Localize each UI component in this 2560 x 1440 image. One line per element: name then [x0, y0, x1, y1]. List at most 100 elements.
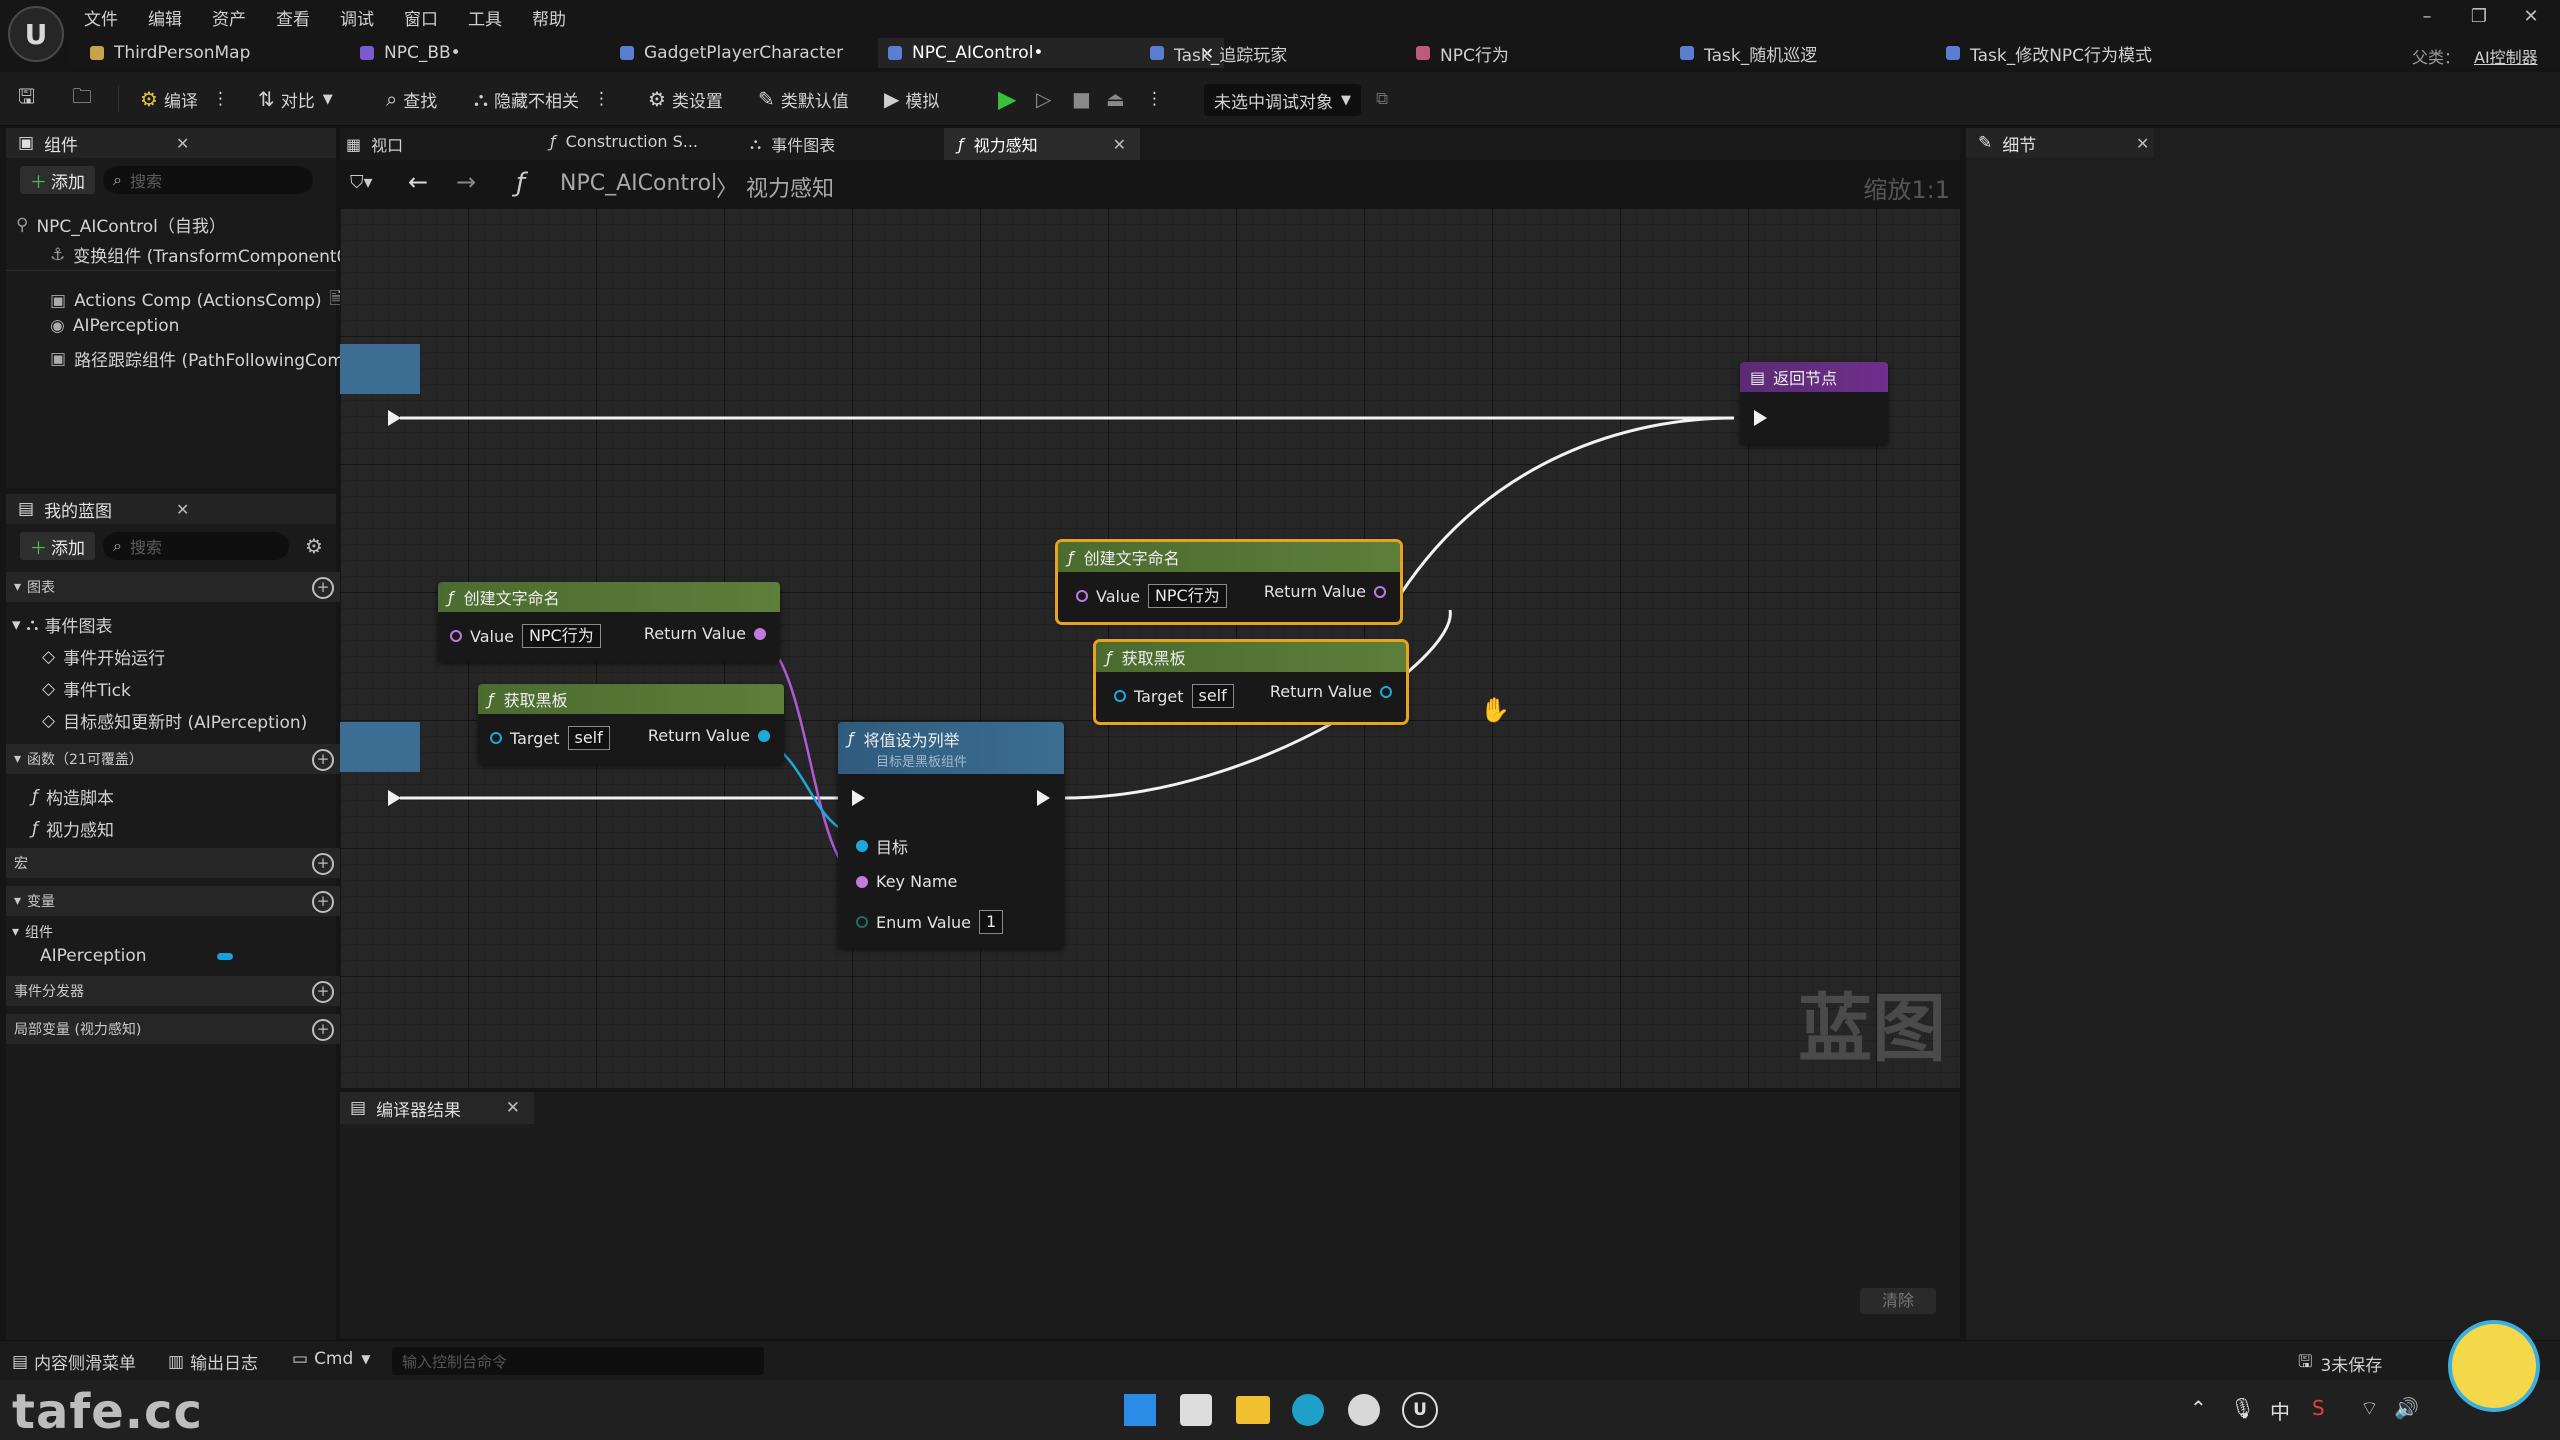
- debug-target-select[interactable]: 未选中调试对象 ▼: [1204, 84, 1361, 116]
- menu-file[interactable]: 文件: [84, 5, 118, 30]
- tab-sight-perception[interactable]: ƒ 视力感知 ✕: [944, 128, 1140, 160]
- breadcrumb-leaf[interactable]: 视力感知: [746, 171, 834, 203]
- edge-browser-icon[interactable]: [1292, 1394, 1324, 1426]
- section-functions[interactable]: ▾ 函数（21可覆盖） +: [6, 744, 344, 774]
- section-event-dispatchers[interactable]: 事件分发器 +: [6, 976, 344, 1006]
- node-make-literal-name-2[interactable]: ƒ 创建文字命名 Value NPC行为 Return Value: [1055, 539, 1403, 625]
- my-blueprint-tab[interactable]: ▤ 我的蓝图 ✕: [6, 494, 336, 524]
- event-begin-play[interactable]: ◇ 事件开始运行: [42, 644, 165, 670]
- stop-icon[interactable]: ■: [1072, 84, 1091, 114]
- find-button[interactable]: ⌕ 查找: [386, 84, 437, 114]
- details-tab[interactable]: ✎ 细节 ✕: [1966, 128, 2154, 158]
- save-button[interactable]: 🖫: [18, 84, 41, 114]
- cmd-select[interactable]: ▭ Cmd ▼: [292, 1349, 371, 1369]
- browse-button[interactable]: 🗀: [72, 84, 98, 114]
- windows-start-icon[interactable]: [1124, 1394, 1156, 1426]
- restore-icon[interactable]: ❐: [2462, 6, 2496, 27]
- tab-npc-bb[interactable]: NPC_BB•: [350, 38, 471, 68]
- forward-arrow-icon[interactable]: →: [456, 168, 476, 196]
- tab-viewport[interactable]: ▦ 视口: [346, 132, 403, 156]
- unreal-engine-taskbar-icon[interactable]: U: [1402, 1392, 1438, 1428]
- eject-icon[interactable]: ⏏: [1106, 84, 1125, 114]
- breadcrumb-root[interactable]: NPC_AIControl: [560, 171, 717, 196]
- variable-aiperception[interactable]: AIPerception: [40, 946, 233, 966]
- partial-entry-node[interactable]: [340, 344, 420, 394]
- return-value-pin[interactable]: Return Value: [644, 624, 766, 643]
- exec-pin-icon[interactable]: [388, 410, 401, 426]
- add-variable-icon[interactable]: +: [312, 891, 334, 913]
- more-options-icon[interactable]: ⋮: [1146, 84, 1163, 114]
- minimize-icon[interactable]: –: [2410, 6, 2444, 27]
- tab-task-random-patrol[interactable]: Task_随机巡逻: [1670, 38, 1827, 68]
- exec-in-pin-icon[interactable]: [852, 790, 865, 806]
- node-get-blackboard-1[interactable]: ƒ 获取黑板 Target self Return Value: [478, 684, 784, 764]
- enum-value-pin[interactable]: Enum Value 1: [856, 910, 1004, 934]
- tab-gadgetplayercharacter[interactable]: GadgetPlayerCharacter: [610, 38, 853, 68]
- menu-asset[interactable]: 资产: [212, 5, 246, 30]
- hide-unrelated-button[interactable]: ⛬ 隐藏不相关 ⋮: [474, 84, 610, 114]
- partial-branch-node[interactable]: [340, 722, 420, 772]
- value-input[interactable]: NPC行为: [521, 624, 601, 648]
- tab-thirdpersonmap[interactable]: ThirdPersonMap: [80, 38, 260, 68]
- compiler-results-tab[interactable]: ▤ 编译器结果 ✕: [340, 1092, 534, 1124]
- exec-pin-icon[interactable]: [388, 790, 401, 806]
- my-blueprint-search-input[interactable]: ⌕ 搜索: [103, 532, 289, 560]
- component-root[interactable]: ⚲ NPC_AIControl（自我）: [16, 212, 226, 238]
- chrome-browser-icon[interactable]: [1348, 1394, 1380, 1426]
- add-dispatcher-icon[interactable]: +: [312, 981, 334, 1003]
- node-set-value-as-enum[interactable]: ƒ 将值设为列举 目标是黑板组件 目标 Key Name Enum Value 1: [838, 722, 1064, 948]
- return-value-pin[interactable]: Return Value: [1270, 682, 1392, 701]
- compile-button[interactable]: ⚙ 编译 ⋮: [140, 84, 229, 114]
- output-log-button[interactable]: ▥ 输出日志: [168, 1349, 258, 1375]
- close-icon[interactable]: ✕: [2136, 134, 2149, 153]
- component-path-following[interactable]: ▣ 路径跟踪组件 (PathFollowingComp): [50, 346, 361, 372]
- section-variables[interactable]: ▾ 变量 +: [6, 886, 344, 916]
- add-component-button[interactable]: ＋添加: [20, 166, 95, 194]
- value-pin[interactable]: Value NPC行为: [450, 624, 601, 648]
- ime-indicator[interactable]: 中: [2270, 1396, 2290, 1425]
- console-command-input[interactable]: 输入控制台命令: [392, 1347, 764, 1375]
- settings-gear-icon[interactable]: ⚙: [305, 534, 323, 558]
- tab-task-track-player[interactable]: Task_追踪玩家: [1140, 38, 1297, 68]
- close-icon[interactable]: ✕: [1113, 135, 1126, 154]
- class-settings-button[interactable]: ⚙ 类设置: [648, 84, 723, 114]
- back-arrow-icon[interactable]: ←: [408, 168, 428, 196]
- menu-edit[interactable]: 编辑: [148, 5, 182, 30]
- debug-browse-icon[interactable]: ⧉: [1376, 84, 1388, 114]
- microphone-icon[interactable]: 🎙: [2230, 1396, 2255, 1420]
- tray-expand-icon[interactable]: ⌃: [2190, 1396, 2207, 1420]
- menu-window[interactable]: 窗口: [404, 5, 438, 30]
- file-explorer-icon[interactable]: [1236, 1396, 1270, 1424]
- function-construction-script[interactable]: ƒ 构造脚本: [32, 784, 114, 810]
- more-options-icon[interactable]: ⋮: [593, 89, 610, 109]
- store-icon[interactable]: [1180, 1394, 1212, 1426]
- add-graph-icon[interactable]: +: [312, 577, 334, 599]
- antivirus-icon[interactable]: S: [2312, 1396, 2325, 1420]
- clear-button[interactable]: 清除: [1860, 1288, 1936, 1314]
- tab-event-graph[interactable]: ⛬ 事件图表: [750, 132, 835, 156]
- target-input[interactable]: self: [1191, 684, 1234, 708]
- exec-in-pin-icon[interactable]: [1754, 410, 1767, 426]
- add-local-variable-icon[interactable]: +: [312, 1019, 334, 1041]
- close-window-icon[interactable]: ✕: [2514, 6, 2548, 27]
- value-pin[interactable]: Value NPC行为: [1076, 584, 1227, 608]
- node-get-blackboard-2[interactable]: ƒ 获取黑板 Target self Return Value: [1093, 639, 1409, 725]
- menu-view[interactable]: 查看: [276, 5, 310, 30]
- menu-debug[interactable]: 调试: [340, 5, 374, 30]
- components-search-input[interactable]: ⌕ 搜索: [103, 166, 313, 194]
- tab-task-modify-npc-behavior[interactable]: Task_修改NPC行为模式: [1936, 38, 2162, 68]
- return-value-pin[interactable]: Return Value: [648, 726, 770, 745]
- blueprint-graph-canvas[interactable]: ⛉▾ ← → ƒ NPC_AIControl 〉 视力感知 缩放1:1 ƒ 创建文…: [340, 160, 1960, 1088]
- event-target-perception-updated[interactable]: ◇ 目标感知更新时 (AIPerception): [42, 708, 307, 734]
- variables-components-group[interactable]: ▾ 组件: [12, 922, 53, 942]
- more-options-icon[interactable]: ⋮: [212, 89, 229, 109]
- add-function-icon[interactable]: +: [312, 749, 334, 771]
- exec-out-pin-icon[interactable]: [1037, 790, 1050, 806]
- node-return[interactable]: ▤ 返回节点: [1740, 362, 1888, 444]
- section-local-variables[interactable]: 局部变量 (视力感知) +: [6, 1014, 344, 1044]
- tab-npc-behavior[interactable]: NPC行为: [1406, 38, 1519, 68]
- close-icon[interactable]: ✕: [506, 1098, 520, 1118]
- component-aiperception[interactable]: ◉ AIPerception: [50, 316, 179, 336]
- section-macros[interactable]: 宏 +: [6, 848, 344, 878]
- unreal-logo-icon[interactable]: U: [8, 6, 64, 62]
